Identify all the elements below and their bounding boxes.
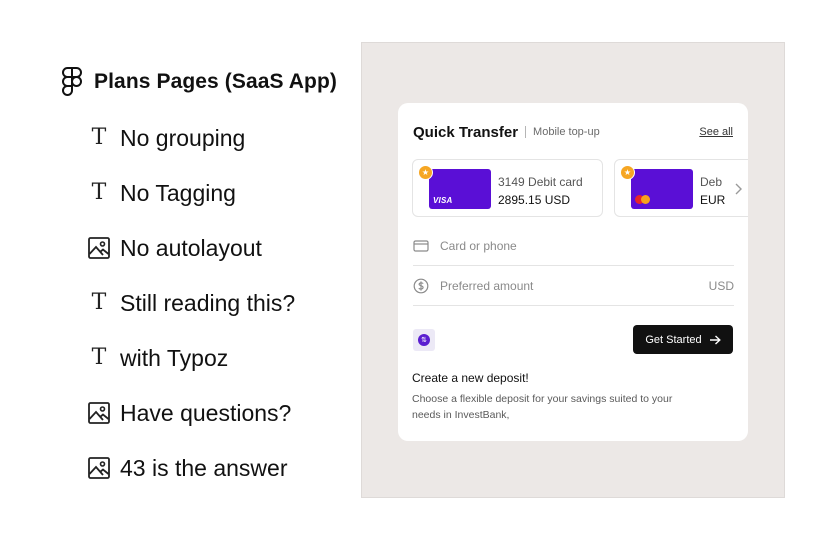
mastercard-card-thumbnail [631,169,693,209]
layer-label: 43 is the answer [120,454,288,481]
layer-item[interactable]: No autolayout [86,232,262,264]
text-layer-icon: T [91,290,107,315]
layer-item[interactable]: 43 is the answer [86,452,287,484]
card-name: 3149 Debit card [498,175,583,189]
text-layer-icon: T [91,345,107,370]
card-title: Quick Transfer [413,123,519,141]
card-balance: EUR [700,193,726,207]
favorite-star-icon: ★ [418,165,433,180]
file-header[interactable]: Plans Pages (SaaS App) [62,66,337,98]
card-subtitle: Mobile top-up [533,126,600,138]
card-or-phone-placeholder: Card or phone [440,239,517,253]
chevron-right-icon[interactable] [733,182,743,196]
layer-label: No Tagging [120,179,236,206]
quick-transfer-card: Quick Transfer Mobile top-up See all VIS… [398,103,748,441]
layer-item[interactable]: T No grouping [86,122,246,154]
card-balance: 2895.15 USD [498,193,571,207]
mastercard-logo-icon [635,195,651,204]
layers-panel: Plans Pages (SaaS App) T No grouping T N… [0,0,360,541]
deposit-title: Create a new deposit! [412,371,529,385]
layer-label: Still reading this? [120,289,296,316]
currency-label: USD [708,279,734,293]
swap-icon: ⇅ [418,334,430,346]
favorite-star-icon: ★ [620,165,635,180]
visa-logo: VISA [433,196,453,205]
dollar-circle-icon [413,278,429,294]
design-canvas: Quick Transfer Mobile top-up See all VIS… [361,42,785,498]
layer-label: Have questions? [120,399,292,426]
image-layer-icon [88,237,110,259]
layer-item[interactable]: T Still reading this? [86,287,296,319]
card-name: Deb [700,175,723,189]
layer-item[interactable]: Have questions? [86,397,291,429]
visa-card-thumbnail: VISA [429,169,491,209]
swap-button[interactable]: ⇅ [413,329,435,351]
payment-card-option[interactable]: VISA ★ 3149 Debit card 2895.15 USD [412,159,603,217]
figma-icon [62,67,82,96]
text-layer-icon: T [91,180,107,205]
get-started-button[interactable]: Get Started [633,325,733,354]
get-started-label: Get Started [645,333,702,346]
see-all-link[interactable]: See all [699,126,733,138]
arrow-right-icon [709,334,721,345]
title-divider [525,126,527,138]
image-layer-icon [88,402,110,424]
image-layer-icon [88,457,110,479]
file-title: Plans Pages (SaaS App) [94,70,338,93]
preferred-amount-input[interactable]: Preferred amount USD [413,267,734,306]
card-header: Quick Transfer Mobile top-up See all [413,121,733,143]
deposit-description: Choose a flexible deposit for your savin… [412,393,673,421]
layer-label: No grouping [120,124,246,151]
text-layer-icon: T [91,125,107,150]
layer-label: No autolayout [120,234,262,261]
card-or-phone-input[interactable]: Card or phone [413,227,734,266]
layer-item[interactable]: T No Tagging [86,177,236,209]
payment-cards-carousel: VISA ★ 3149 Debit card 2895.15 USD ★ Deb… [412,159,748,219]
preferred-amount-placeholder: Preferred amount [440,279,534,293]
payment-card-option[interactable]: ★ Deb EUR [614,159,748,217]
layer-label: with Typoz [120,344,229,371]
layer-item[interactable]: T with Typoz [86,342,229,374]
credit-card-icon [413,240,429,252]
